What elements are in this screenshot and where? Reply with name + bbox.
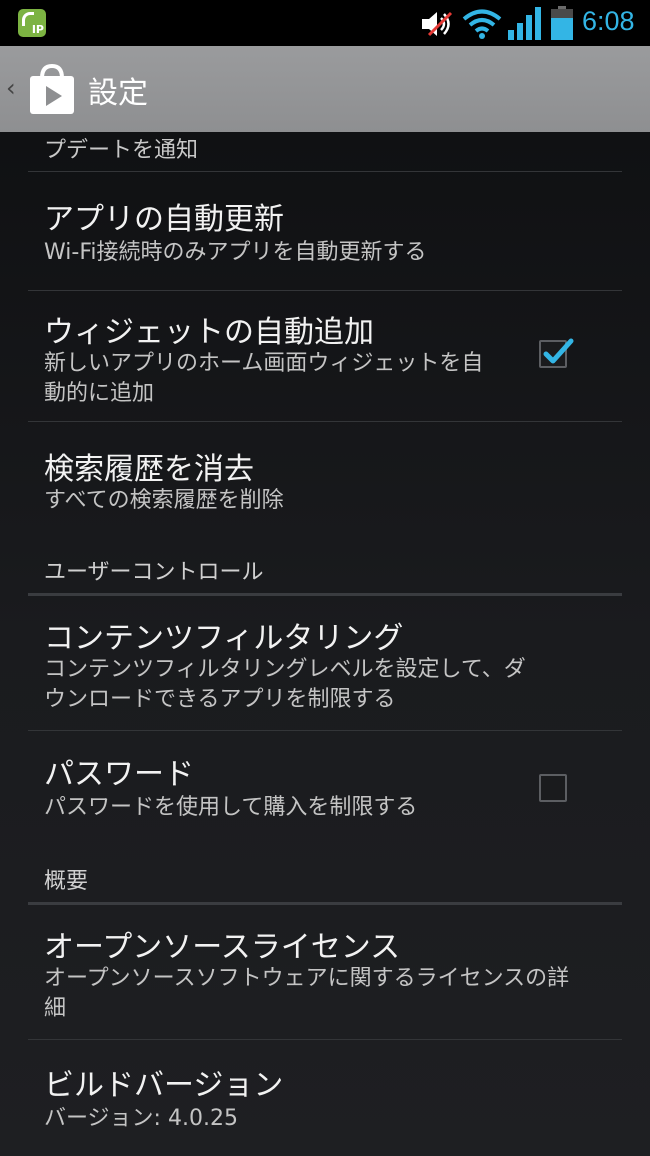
pref-title: アプリの自動更新 <box>44 202 284 237</box>
action-bar-title: 設定 <box>88 76 148 111</box>
status-bar: IP 6:08 <box>0 0 650 46</box>
auto-add-widgets-checkbox[interactable] <box>539 338 574 368</box>
battery-icon <box>551 6 573 40</box>
notification-app-icon: IP <box>18 9 46 37</box>
volume-muted-icon <box>422 11 453 37</box>
category-user-controls: ユーザーコントロール <box>44 560 264 585</box>
pref-title: 検索履歴を消去 <box>44 452 254 487</box>
pref-title: コンテンツフィルタリング <box>44 621 404 656</box>
pref-summary: オープンソースソフトウェアに関するライセンスの詳細 <box>44 966 570 1021</box>
partial-item-text: プデートを通知 <box>44 138 199 163</box>
pref-title: パスワード <box>44 757 194 792</box>
pref-open-source-licenses[interactable]: オープンソースライセンス オープンソースソフトウェアに関するライセンスの詳細 <box>0 905 650 1039</box>
pref-summary: すべての検索履歴を削除 <box>44 488 284 513</box>
up-caret-icon[interactable]: ‹ <box>6 74 16 102</box>
settings-screen: IP 6:08 ‹ 設定 プデートを通知 アプリの自動更新 Wi-Fi接続時のみ… <box>0 0 650 1156</box>
clock: 6:08 <box>582 6 635 36</box>
wifi-icon <box>462 9 502 39</box>
pref-clear-search-history[interactable]: 検索履歴を消去 すべての検索履歴を削除 <box>0 422 650 538</box>
pref-title: オープンソースライセンス <box>44 930 401 965</box>
pref-summary: コンテンツフィルタリングレベルを設定して、ダウンロードできるアプリを制限する <box>44 657 526 712</box>
pref-summary: バージョン: 4.0.25 <box>44 1106 238 1131</box>
pref-password[interactable]: パスワード パスワードを使用して購入を制限する <box>0 731 650 845</box>
pref-summary: Wi-Fi接続時のみアプリを自動更新する <box>44 240 427 265</box>
pref-title: ビルドバージョン <box>44 1068 284 1103</box>
signal-icon <box>508 7 541 40</box>
pref-build-version[interactable]: ビルドバージョン バージョン: 4.0.25 <box>0 1040 650 1150</box>
pref-auto-update[interactable]: アプリの自動更新 Wi-Fi接続時のみアプリを自動更新する <box>0 172 650 290</box>
pref-title: ウィジェットの自動追加 <box>44 315 374 350</box>
pref-summary: パスワードを使用して購入を制限する <box>44 795 418 820</box>
pref-auto-add-widgets[interactable]: ウィジェットの自動追加 新しいアプリのホーム画面ウィジェットを自動的に追加 <box>0 291 650 421</box>
password-checkbox[interactable] <box>539 774 567 802</box>
play-store-icon[interactable] <box>28 62 76 116</box>
pref-summary: 新しいアプリのホーム画面ウィジェットを自動的に追加 <box>44 351 484 406</box>
pref-content-filtering[interactable]: コンテンツフィルタリング コンテンツフィルタリングレベルを設定して、ダウンロード… <box>0 596 650 730</box>
phone-glyph <box>22 12 34 26</box>
category-overview: 概要 <box>44 869 89 894</box>
action-bar: ‹ 設定 <box>0 46 650 132</box>
checkmark-icon <box>543 338 574 364</box>
